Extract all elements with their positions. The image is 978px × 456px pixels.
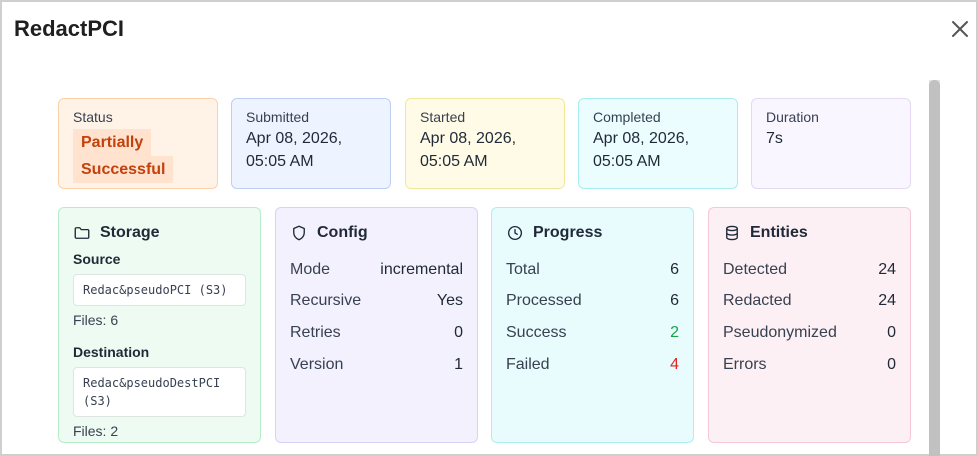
source-files: Files: 6 [73, 312, 119, 328]
destination-path-line1: Redac&pseudoDestPCI [83, 376, 221, 390]
entities-row: Pseudonymized 0 [723, 317, 896, 349]
completed-box: Completed Apr 08, 2026, 05:05 AM [578, 98, 738, 189]
source-path-text: Redac&pseudoPCI (S3) [83, 283, 228, 297]
progress-row: Success 2 [506, 317, 679, 349]
storage-header: Storage [73, 222, 246, 244]
storage-title: Storage [100, 224, 160, 241]
submitted-date: Apr 08, 2026, [246, 130, 343, 147]
started-label: Started [420, 109, 466, 125]
submitted-time: 05:05 AM [246, 153, 314, 170]
shield-icon [293, 225, 305, 241]
progress-row-label: Success [506, 323, 567, 341]
entities-row-value: 24 [878, 292, 896, 310]
config-row-value: 0 [454, 323, 463, 341]
progress-row-label: Total [506, 260, 540, 278]
submitted-label: Submitted [246, 109, 310, 125]
config-row-label: Recursive [290, 292, 362, 310]
config-row-value: Yes [436, 292, 463, 310]
destination-path-line2: (S3) [83, 394, 112, 408]
entities-row: Redacted 24 [723, 286, 896, 318]
entities-header: Entities [723, 222, 896, 244]
config-row-label: Mode [290, 260, 331, 278]
entities-row-label: Errors [723, 355, 767, 373]
status-value-line2: Successful [73, 156, 174, 183]
entities-row-label: Pseudonymized [723, 323, 837, 341]
progress-row-value: 6 [670, 260, 679, 278]
folder-icon [74, 227, 90, 239]
config-title: Config [317, 224, 368, 241]
config-card: Config Mode incremental Recursive Yes Re… [275, 207, 478, 443]
config-row: Recursive Yes [290, 286, 463, 318]
entities-title: Entities [750, 224, 808, 241]
success-count: 2 [670, 323, 679, 341]
destination-label: Destination [73, 344, 150, 360]
progress-card: Progress Total 6 Processed 6 Success 2 F… [491, 207, 694, 443]
progress-header: Progress [506, 222, 679, 244]
status-box: Status Partially Successful [58, 98, 218, 189]
database-icon [726, 225, 738, 241]
started-box: Started Apr 08, 2026, 05:05 AM [405, 98, 565, 189]
config-row: Mode incremental [290, 254, 463, 286]
clock-icon [507, 225, 523, 241]
entities-card: Entities Detected 24 Redacted 24 Pseudon… [708, 207, 911, 443]
status-badge: Partially Successful [73, 129, 174, 183]
config-row-value: incremental [380, 260, 463, 278]
config-row: Version 1 [290, 349, 463, 381]
started-time: 05:05 AM [420, 153, 488, 170]
submitted-box: Submitted Apr 08, 2026, 05:05 AM [231, 98, 391, 189]
failed-count: 4 [670, 355, 679, 373]
progress-title: Progress [533, 224, 603, 241]
entities-row-value: 0 [887, 355, 896, 373]
progress-row-value: 6 [670, 292, 679, 310]
completed-label: Completed [593, 109, 661, 125]
entities-row-label: Detected [723, 260, 788, 278]
scrollbar-thumb[interactable] [929, 80, 940, 456]
started-date: Apr 08, 2026, [420, 130, 517, 147]
progress-row-label: Processed [506, 292, 582, 310]
source-path: Redac&pseudoPCI (S3) [73, 274, 246, 306]
status-value-line1: Partially [73, 129, 152, 156]
progress-row: Processed 6 [506, 286, 679, 318]
entities-row-value: 24 [878, 260, 896, 278]
config-row-label: Version [290, 355, 344, 373]
close-button[interactable] [948, 17, 972, 41]
entities-row: Errors 0 [723, 349, 896, 381]
duration-box: Duration 7s [751, 98, 911, 189]
source-label: Source [73, 251, 121, 267]
status-label: Status [73, 109, 113, 125]
entities-row-value: 0 [887, 323, 896, 341]
entities-row: Detected 24 [723, 254, 896, 286]
progress-row-label: Failed [506, 355, 550, 373]
config-row: Retries 0 [290, 317, 463, 349]
progress-row: Total 6 [506, 254, 679, 286]
completed-time: 05:05 AM [593, 153, 661, 170]
duration-value: 7s [766, 130, 783, 147]
destination-path: Redac&pseudoDestPCI (S3) [73, 367, 246, 417]
config-row-value: 1 [454, 355, 463, 373]
dialog-title: RedactPCI [14, 16, 125, 41]
close-icon [952, 21, 968, 37]
completed-date: Apr 08, 2026, [593, 130, 690, 147]
storage-card: Storage Source Redac&pseudoPCI (S3) File… [58, 207, 261, 443]
config-header: Config [290, 222, 463, 244]
duration-label: Duration [766, 109, 819, 125]
entities-row-label: Redacted [723, 292, 792, 310]
destination-files: Files: 2 [73, 423, 119, 439]
config-row-label: Retries [290, 323, 341, 341]
progress-row: Failed 4 [506, 349, 679, 381]
